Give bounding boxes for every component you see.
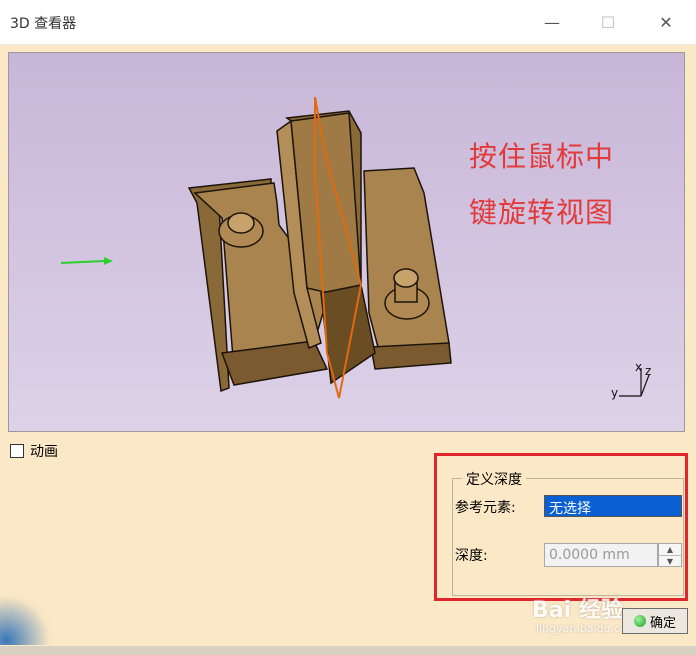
annotation-line-1: 按住鼠标中 bbox=[469, 140, 615, 173]
axis-z-label: z bbox=[645, 364, 651, 378]
3d-viewport[interactable]: y x z 按住鼠标中 键旋转视图 bbox=[8, 52, 685, 432]
green-arrow-icon bbox=[60, 257, 113, 265]
ok-button[interactable]: 确定 bbox=[622, 608, 688, 634]
depth-label: 深度: bbox=[455, 548, 488, 564]
close-button[interactable]: ✕ bbox=[646, 6, 686, 38]
animation-option[interactable]: 动画 bbox=[10, 441, 58, 461]
annotation-line-2: 键旋转视图 bbox=[469, 196, 615, 229]
maximize-button[interactable]: ☐ bbox=[588, 6, 628, 38]
bottom-strip bbox=[0, 646, 696, 655]
spin-up-icon[interactable]: ▲ bbox=[659, 544, 681, 556]
animation-checkbox[interactable] bbox=[10, 444, 24, 458]
ok-button-label: 确定 bbox=[649, 615, 676, 631]
depth-field[interactable]: 0.0000 mm bbox=[544, 543, 658, 567]
depth-group-legend: 定义深度 bbox=[462, 469, 526, 489]
window-title: 3D 查看器 bbox=[10, 16, 77, 32]
baidu-watermark: Bai 经验 bbox=[532, 598, 623, 623]
axis-y-label: y bbox=[611, 386, 618, 400]
spin-down-icon[interactable]: ▼ bbox=[659, 556, 681, 567]
minimize-button[interactable]: — bbox=[532, 6, 572, 38]
depth-spinner[interactable]: ▲ ▼ bbox=[658, 543, 682, 567]
ref-element-label: 参考元素: bbox=[455, 500, 516, 516]
3d-model-render: y x z bbox=[60, 96, 651, 400]
corner-decoration bbox=[0, 595, 62, 645]
animation-label: 动画 bbox=[30, 444, 58, 460]
title-bar: 3D 查看器 — ☐ ✕ bbox=[0, 0, 696, 45]
axis-x-label: x bbox=[635, 360, 642, 374]
ok-icon bbox=[633, 615, 646, 627]
ref-element-field[interactable]: 无选择 bbox=[544, 495, 682, 517]
